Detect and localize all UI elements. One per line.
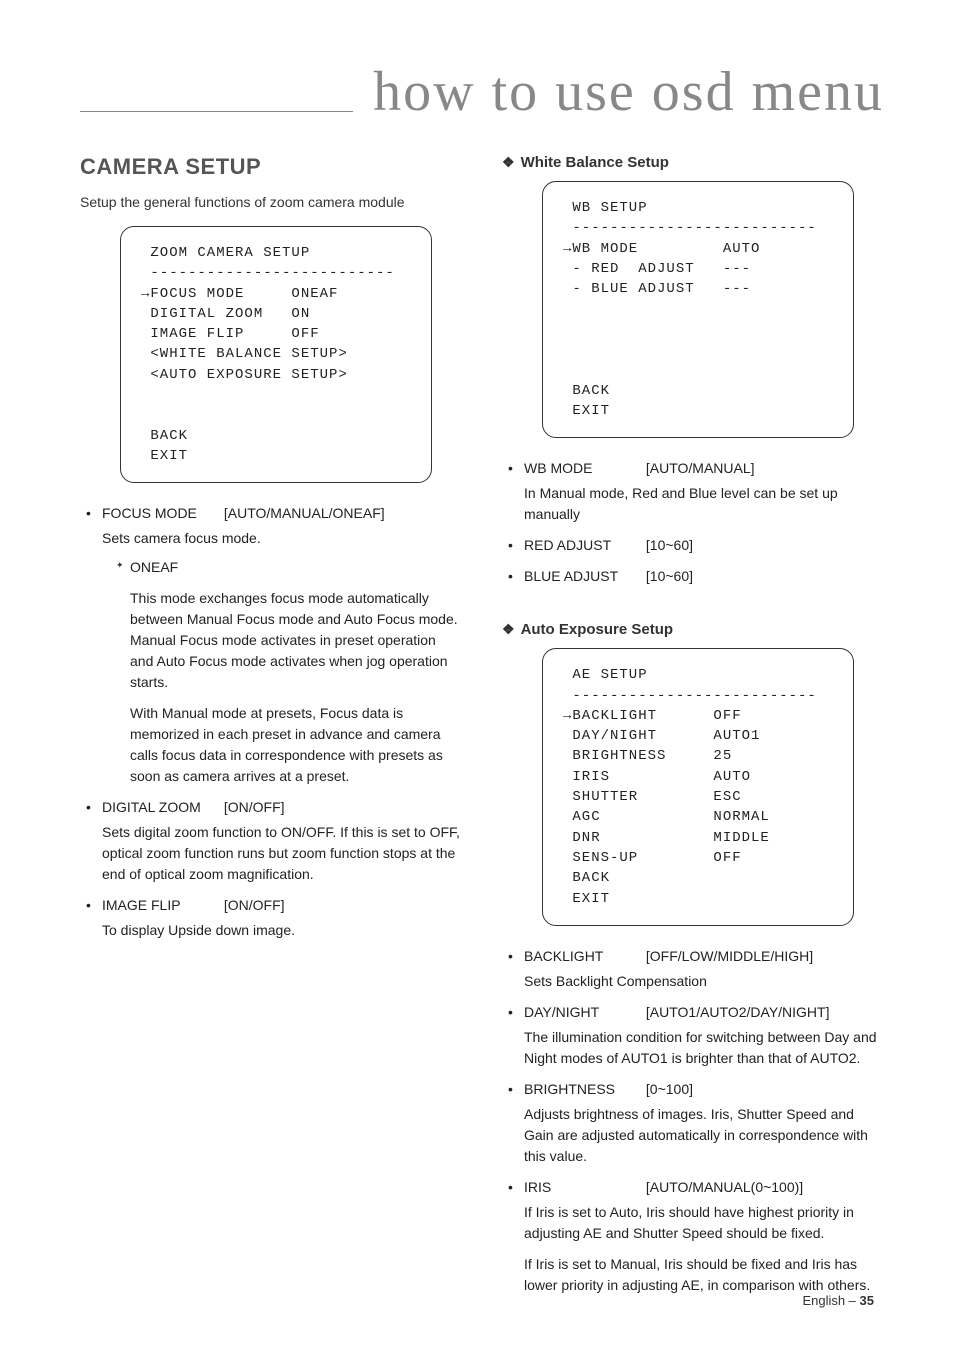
red-adjust-label: RED ADJUST bbox=[524, 535, 642, 556]
image-flip-label: IMAGE FLIP bbox=[102, 895, 220, 916]
wb-mode-item: WB MODE [AUTO/MANUAL] In Manual mode, Re… bbox=[508, 458, 884, 525]
oneaf-desc-1: This mode exchanges focus mode automatic… bbox=[130, 588, 462, 693]
digital-zoom-item: DIGITAL ZOOM [ON/OFF] Sets digital zoom … bbox=[86, 797, 462, 885]
daynight-label: DAY/NIGHT bbox=[524, 1002, 642, 1023]
left-column: CAMERA SETUP Setup the general functions… bbox=[80, 154, 462, 1306]
image-flip-range: [ON/OFF] bbox=[224, 897, 285, 913]
digital-zoom-desc: Sets digital zoom function to ON/OFF. If… bbox=[102, 822, 462, 885]
oneaf-desc-2: With Manual mode at presets, Focus data … bbox=[130, 703, 462, 787]
iris-range: [AUTO/MANUAL(0~100)] bbox=[646, 1179, 803, 1195]
diamond-icon: ❖ bbox=[502, 621, 515, 637]
wb-mode-label: WB MODE bbox=[524, 458, 642, 479]
brightness-range: [0~100] bbox=[646, 1081, 693, 1097]
image-flip-item: IMAGE FLIP [ON/OFF] To display Upside do… bbox=[86, 895, 462, 941]
content-columns: CAMERA SETUP Setup the general functions… bbox=[80, 154, 884, 1306]
diamond-icon: ❖ bbox=[502, 154, 515, 170]
ae-setup-heading: ❖ Auto Exposure Setup bbox=[502, 621, 884, 638]
focus-mode-label: FOCUS MODE bbox=[102, 503, 220, 524]
iris-label: IRIS bbox=[524, 1177, 642, 1198]
iris-desc-1: If Iris is set to Auto, Iris should have… bbox=[524, 1202, 884, 1244]
page-title: how to use osd menu bbox=[353, 60, 884, 124]
wb-osd-box: WB SETUP -------------------------- →WB … bbox=[542, 181, 854, 438]
daynight-desc: The illumination condition for switching… bbox=[524, 1027, 884, 1069]
oneaf-label: ONEAF bbox=[130, 559, 178, 575]
daynight-range: [AUTO1/AUTO2/DAY/NIGHT] bbox=[646, 1004, 830, 1020]
iris-item: IRIS [AUTO/MANUAL(0~100)] If Iris is set… bbox=[508, 1177, 884, 1296]
page-number: 35 bbox=[860, 1293, 874, 1308]
zoom-camera-osd-box: ZOOM CAMERA SETUP ----------------------… bbox=[120, 226, 432, 483]
focus-mode-item: FOCUS MODE [AUTO/MANUAL/ONEAF] Sets came… bbox=[86, 503, 462, 787]
backlight-range: [OFF/LOW/MIDDLE/HIGH] bbox=[646, 948, 813, 964]
ae-osd-box: AE SETUP -------------------------- →BAC… bbox=[542, 648, 854, 926]
page-footer: English – 35 bbox=[802, 1293, 874, 1308]
brightness-item: BRIGHTNESS [0~100] Adjusts brightness of… bbox=[508, 1079, 884, 1167]
brightness-label: BRIGHTNESS bbox=[524, 1079, 642, 1100]
daynight-item: DAY/NIGHT [AUTO1/AUTO2/DAY/NIGHT] The il… bbox=[508, 1002, 884, 1069]
backlight-desc: Sets Backlight Compensation bbox=[524, 971, 884, 992]
wb-mode-desc: In Manual mode, Red and Blue level can b… bbox=[524, 483, 884, 525]
wb-mode-range: [AUTO/MANUAL] bbox=[646, 460, 755, 476]
wb-heading-text: White Balance Setup bbox=[521, 154, 669, 171]
red-adjust-item: RED ADJUST [10~60] bbox=[508, 535, 884, 556]
backlight-item: BACKLIGHT [OFF/LOW/MIDDLE/HIGH] Sets Bac… bbox=[508, 946, 884, 992]
wb-list: WB MODE [AUTO/MANUAL] In Manual mode, Re… bbox=[502, 458, 884, 587]
camera-setup-list: FOCUS MODE [AUTO/MANUAL/ONEAF] Sets came… bbox=[80, 503, 462, 941]
red-adjust-range: [10~60] bbox=[646, 537, 693, 553]
camera-setup-intro: Setup the general functions of zoom came… bbox=[80, 194, 462, 210]
digital-zoom-label: DIGITAL ZOOM bbox=[102, 797, 220, 818]
wb-setup-heading: ❖ White Balance Setup bbox=[502, 154, 884, 171]
backlight-label: BACKLIGHT bbox=[524, 946, 642, 967]
blue-adjust-range: [10~60] bbox=[646, 568, 693, 584]
ae-heading-text: Auto Exposure Setup bbox=[521, 621, 674, 638]
footer-lang: English – bbox=[802, 1293, 859, 1308]
focus-mode-range: [AUTO/MANUAL/ONEAF] bbox=[224, 505, 385, 521]
digital-zoom-range: [ON/OFF] bbox=[224, 799, 285, 815]
focus-mode-desc: Sets camera focus mode. bbox=[102, 528, 462, 549]
blue-adjust-label: BLUE ADJUST bbox=[524, 566, 642, 587]
oneaf-item: ONEAF This mode exchanges focus mode aut… bbox=[116, 557, 462, 787]
page-header: how to use osd menu bbox=[80, 60, 884, 124]
iris-desc-2: If Iris is set to Manual, Iris should be… bbox=[524, 1254, 884, 1296]
right-column: ❖ White Balance Setup WB SETUP ----------… bbox=[502, 154, 884, 1306]
brightness-desc: Adjusts brightness of images. Iris, Shut… bbox=[524, 1104, 884, 1167]
ae-list: BACKLIGHT [OFF/LOW/MIDDLE/HIGH] Sets Bac… bbox=[502, 946, 884, 1296]
blue-adjust-item: BLUE ADJUST [10~60] bbox=[508, 566, 884, 587]
image-flip-desc: To display Upside down image. bbox=[102, 920, 462, 941]
camera-setup-heading: CAMERA SETUP bbox=[80, 154, 462, 180]
